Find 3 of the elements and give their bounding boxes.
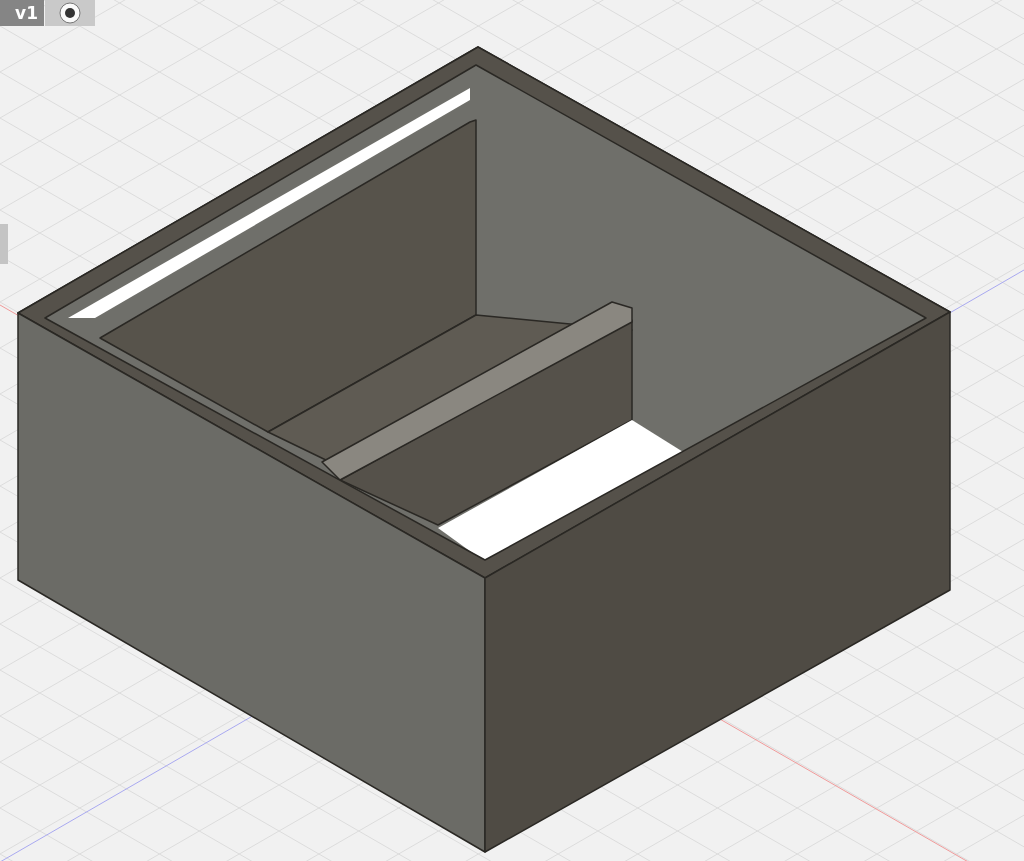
visibility-toggle-button[interactable] — [45, 0, 95, 26]
version-label: v1 — [0, 0, 44, 26]
radio-icon — [59, 2, 81, 24]
